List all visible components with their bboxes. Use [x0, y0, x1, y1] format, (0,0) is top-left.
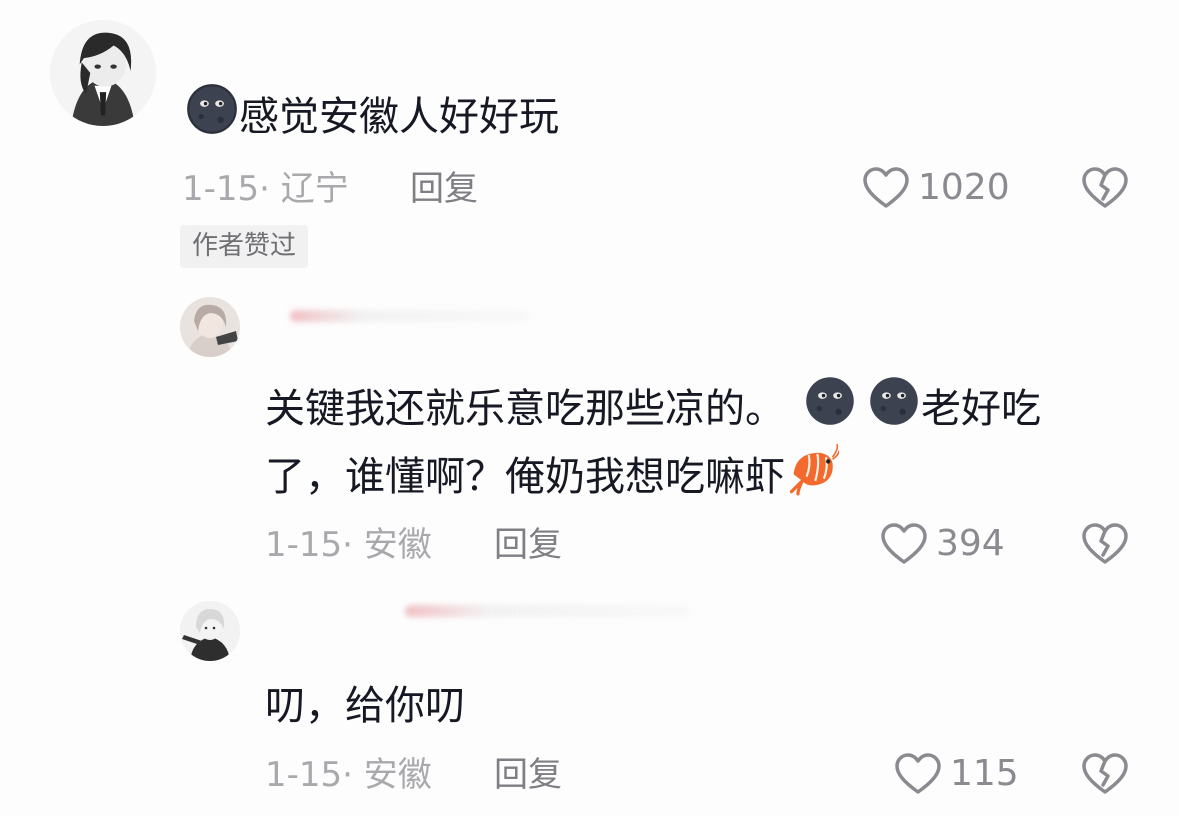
- reply-button[interactable]: 回复: [494, 528, 562, 562]
- anime-girl-avatar-icon: [50, 20, 156, 126]
- like-count: 394: [936, 523, 1005, 564]
- like-count: 1020: [918, 167, 1010, 208]
- dark-moon-face-emoji-icon: [185, 82, 239, 136]
- anime-character-avatar-icon: [180, 601, 240, 661]
- blurred-username: [405, 605, 690, 617]
- comment-date-location: 1-15· 安徽: [265, 755, 432, 795]
- broken-heart-icon: [1082, 753, 1128, 794]
- dislike-button[interactable]: [1081, 522, 1129, 566]
- commenter-avatar[interactable]: [180, 297, 240, 357]
- like-count: 115: [950, 753, 1019, 794]
- dislike-button[interactable]: [1081, 166, 1129, 210]
- commenter-avatar[interactable]: [50, 20, 156, 126]
- dislike-button[interactable]: [1081, 752, 1129, 796]
- comment-text: 关键我还就乐意吃那些凉的。 老好吃: [265, 374, 1041, 439]
- comment-text-line1-end: 老好吃: [921, 386, 1041, 432]
- comment-text: 了，谁懂啊？俺奶我想吃嘛虾: [265, 442, 839, 507]
- like-button[interactable]: 1020: [862, 166, 1010, 210]
- comment-text-line2: 了，谁懂啊？俺奶我想吃嘛虾: [265, 454, 785, 500]
- reply-button[interactable]: 回复: [494, 758, 562, 792]
- like-button[interactable]: 394: [880, 522, 1005, 566]
- author-liked-badge: 作者赞过: [180, 225, 309, 269]
- comment-text: 叨，给你叨: [265, 676, 465, 736]
- comment-text-content: 叨，给你叨: [265, 683, 465, 729]
- girl-photo-avatar-icon: [180, 297, 240, 357]
- like-button[interactable]: 115: [894, 752, 1019, 796]
- commenter-avatar[interactable]: [180, 601, 240, 661]
- comment-date-location: 1-15· 安徽: [265, 525, 432, 565]
- dark-moon-face-emoji-icon: [867, 374, 921, 428]
- comment-text-content: 感觉安徽人好好玩: [239, 94, 559, 140]
- dark-moon-face-emoji-icon: [803, 374, 857, 428]
- comment-date-location: 1-15· 辽宁: [182, 169, 349, 209]
- blurred-username: [290, 310, 530, 322]
- broken-heart-icon: [1082, 523, 1128, 564]
- comment-text: 感觉安徽人好好玩: [185, 82, 559, 147]
- comment-text-line1: 关键我还就乐意吃那些凉的。: [265, 386, 785, 432]
- heart-icon: [895, 753, 941, 794]
- reply-button[interactable]: 回复: [410, 172, 478, 206]
- shrimp-emoji-icon: [785, 442, 839, 496]
- heart-icon: [863, 167, 909, 208]
- broken-heart-icon: [1082, 167, 1128, 208]
- heart-icon: [881, 523, 927, 564]
